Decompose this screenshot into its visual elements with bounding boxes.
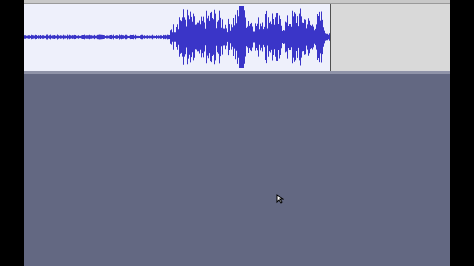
empty-workspace[interactable] — [24, 74, 450, 266]
waveform-samples — [24, 6, 330, 68]
empty-track-region[interactable] — [331, 4, 450, 71]
mouse-pointer-icon — [276, 194, 284, 204]
audio-track-area — [24, 0, 450, 72]
app-frame — [24, 0, 450, 266]
audio-clip[interactable] — [24, 4, 331, 71]
waveform-svg — [24, 6, 330, 68]
